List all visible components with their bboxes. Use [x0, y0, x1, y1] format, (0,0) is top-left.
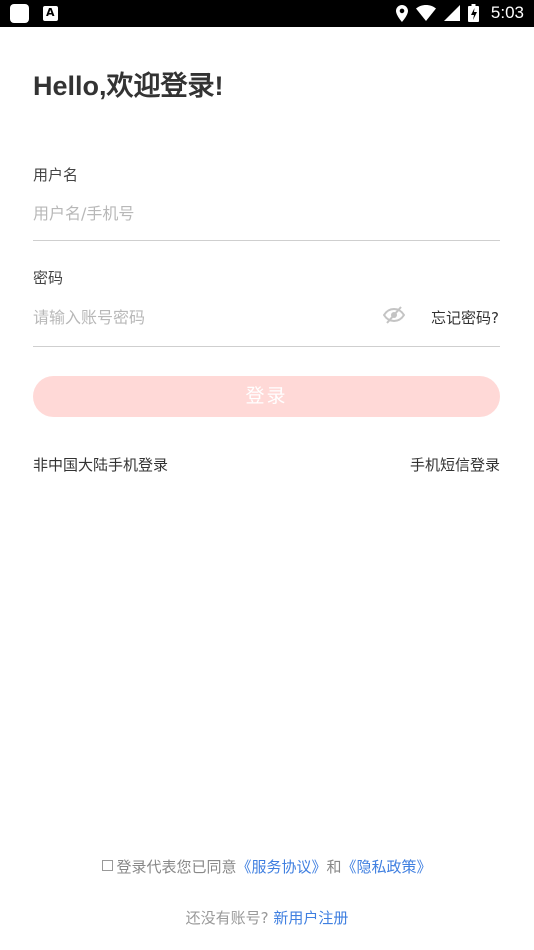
forgot-password-link[interactable]: 忘记密码?	[431, 307, 499, 328]
status-bar: 5:03	[0, 0, 534, 27]
clock: 5:03	[490, 3, 524, 22]
no-account-text: 还没有账号?	[185, 909, 269, 927]
and-text: 和	[326, 858, 342, 876]
password-input[interactable]	[33, 305, 373, 329]
username-input[interactable]	[33, 201, 499, 225]
notification-a-icon	[43, 6, 58, 21]
password-label: 密码	[33, 269, 64, 287]
register-link[interactable]: 新用户注册	[273, 909, 348, 927]
agree-text: 登录代表您已同意	[116, 858, 237, 876]
app-notification-icon	[10, 4, 29, 23]
privacy-policy-link[interactable]: 《隐私政策》	[342, 858, 432, 876]
agreement-row: 登录代表您已同意《服务协议》和《隐私政策》	[0, 856, 534, 877]
login-button[interactable]: 登录	[33, 376, 500, 417]
location-icon	[395, 4, 408, 22]
page-title: Hello,欢迎登录!	[33, 71, 224, 101]
agree-checkbox[interactable]	[102, 860, 114, 871]
username-divider	[33, 240, 500, 241]
username-label: 用户名	[33, 166, 79, 184]
non-mainland-login-link[interactable]: 非中国大陆手机登录	[33, 454, 168, 475]
signal-icon	[443, 5, 460, 21]
hide-password-icon[interactable]	[383, 306, 405, 324]
wifi-icon	[415, 5, 436, 21]
sms-login-link[interactable]: 手机短信登录	[410, 454, 500, 475]
password-divider	[33, 346, 500, 347]
battery-icon	[467, 4, 479, 22]
register-row: 还没有账号? 新用户注册	[0, 907, 534, 928]
service-agreement-link[interactable]: 《服务协议》	[236, 858, 326, 876]
